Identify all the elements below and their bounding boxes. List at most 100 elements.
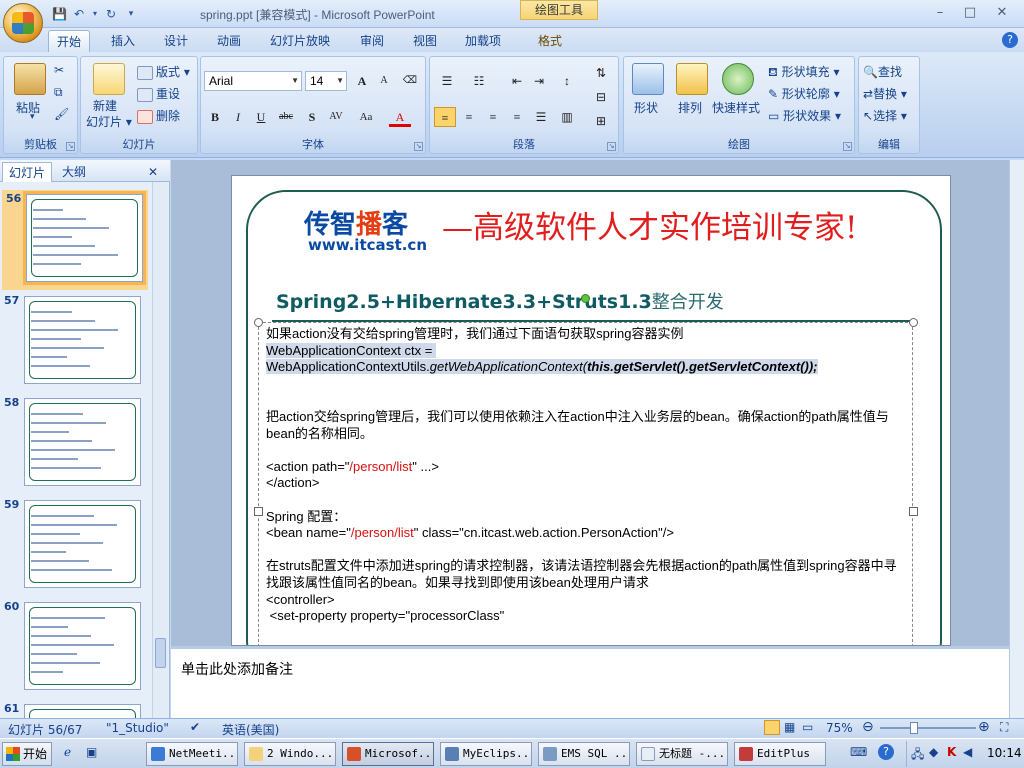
resize-handle-tl[interactable] [254, 318, 263, 327]
replace-button[interactable]: ⇄替换 ▾ [863, 85, 907, 102]
new-slide-icon[interactable] [93, 63, 125, 95]
tab-animations[interactable]: 动画 [209, 30, 249, 52]
slide-thumbnail[interactable]: 57 [0, 292, 152, 392]
help-icon[interactable]: ? [1002, 32, 1018, 48]
save-icon[interactable]: 💾 [52, 7, 67, 21]
close-button[interactable]: ✕ [990, 3, 1014, 23]
zoom-in-icon[interactable]: ⊕ [978, 719, 990, 735]
format-painter-icon[interactable]: 🖌 [54, 107, 69, 121]
italic-button[interactable]: I [227, 107, 249, 127]
slide-title[interactable]: Spring2.5+Hibernate3.3+Struts1.3整合开发 [276, 288, 724, 314]
new-slide-label-2[interactable]: 幻灯片 ▾ [86, 113, 132, 130]
new-slide-label-1[interactable]: 新建 [93, 97, 117, 114]
taskbar-item[interactable]: 无标题 -... [636, 742, 728, 766]
shapes-icon[interactable] [632, 63, 664, 95]
slide-thumbnail[interactable]: 59 [0, 496, 152, 596]
font-size-combo[interactable]: 14 ▼ [305, 71, 347, 91]
resize-handle-ml[interactable] [254, 507, 263, 516]
zoom-slider-thumb[interactable] [910, 722, 918, 734]
antivirus-icon[interactable]: K [947, 745, 956, 759]
shadow-button[interactable]: S [301, 107, 323, 127]
smartart-icon[interactable]: ⊞ [590, 111, 612, 131]
find-button[interactable]: 🔍查找 [863, 63, 902, 80]
tab-slideshow[interactable]: 幻灯片放映 [262, 30, 338, 52]
taskbar-item[interactable]: EMS SQL ... [538, 742, 630, 766]
keyboard-icon[interactable]: ⌨ [850, 745, 867, 759]
fit-window-icon[interactable]: ⛶ [1000, 720, 1008, 735]
slide-thumbnail[interactable]: 58 [0, 394, 152, 494]
tab-design[interactable]: 设计 [156, 30, 196, 52]
shape-effects-button[interactable]: ▭ 形状效果 ▾ [768, 107, 841, 124]
taskbar-item[interactable]: 2 Windo... [244, 742, 336, 766]
ie-icon[interactable]: ℯ [64, 745, 71, 759]
char-spacing-button[interactable]: AV [325, 107, 347, 127]
font-name-combo[interactable]: Arial ▼ [204, 71, 302, 91]
font-launcher-icon[interactable]: ↘ [414, 142, 423, 151]
align-left-icon[interactable]: ≡ [434, 107, 456, 127]
language[interactable]: 英语(美国) [222, 721, 279, 738]
tab-outline[interactable]: 大纲 [56, 162, 92, 182]
tab-insert[interactable]: 插入 [103, 30, 143, 52]
start-button[interactable]: 开始 [2, 742, 52, 766]
zoom-out-icon[interactable]: ⊖ [862, 719, 874, 735]
shrink-font-button[interactable]: A [373, 71, 395, 91]
quick-styles-icon[interactable] [722, 63, 754, 95]
arrange-icon[interactable] [676, 63, 708, 95]
clear-format-icon[interactable]: ⌫ [399, 71, 421, 91]
select-button[interactable]: ↖选择 ▾ [863, 107, 907, 124]
taskbar-item[interactable]: Microsof... [342, 742, 434, 766]
notes-pane[interactable]: 单击此处添加备注 [171, 646, 1009, 718]
paste-button[interactable]: 粘贴 [16, 99, 40, 116]
cut-icon[interactable]: ✂ [54, 63, 64, 77]
quick-styles-button[interactable]: 快速样式 [712, 99, 760, 116]
desktop-icon[interactable]: ▣ [86, 745, 97, 759]
change-case-button[interactable]: Aa [355, 107, 377, 127]
slide-thumbnail[interactable]: 60 [0, 598, 152, 698]
layout-button[interactable]: 版式 ▾ [137, 63, 190, 80]
paste-icon[interactable] [14, 63, 46, 95]
reset-button[interactable]: 重设 [137, 85, 180, 102]
scroll-thumb[interactable] [155, 638, 166, 668]
spellcheck-icon[interactable]: ✔ [190, 720, 200, 734]
minimize-button[interactable]: – [928, 3, 952, 23]
office-button[interactable] [3, 3, 43, 43]
rotate-handle[interactable] [581, 294, 590, 303]
increase-indent-icon[interactable]: ⇥ [528, 71, 550, 91]
shape-outline-button[interactable]: ✎ 形状轮廓 ▾ [768, 85, 840, 102]
taskbar-item[interactable]: EditPlus [734, 742, 826, 766]
clipboard-launcher-icon[interactable]: ↘ [66, 142, 75, 151]
bold-button[interactable]: B [204, 107, 226, 127]
slide-thumbnail[interactable]: 56 [2, 190, 148, 290]
align-text-icon[interactable]: ⊟ [590, 87, 612, 107]
line-spacing-icon[interactable]: ↕ [556, 71, 578, 91]
zoom-level[interactable]: 75% [826, 721, 853, 735]
justify-icon[interactable]: ≡ [506, 107, 528, 127]
close-panel-icon[interactable]: ✕ [144, 162, 162, 182]
paste-dropdown-icon[interactable]: ▾ [30, 112, 35, 122]
volume-icon[interactable]: ◀ [963, 745, 972, 759]
drawing-launcher-icon[interactable]: ↘ [843, 142, 852, 151]
font-color-button[interactable]: A [389, 107, 411, 127]
copy-icon[interactable]: ⧉ [54, 85, 63, 100]
restore-button[interactable]: □ [958, 3, 982, 23]
resize-handle-tr[interactable] [909, 318, 918, 327]
delete-button[interactable]: 删除 [137, 107, 180, 124]
strikethrough-button[interactable]: abc [275, 107, 297, 127]
shapes-button[interactable]: 形状 [634, 99, 658, 116]
distributed-icon[interactable]: ☰ [530, 107, 552, 127]
slide-body-text[interactable]: 如果action没有交给spring管理时，我们通过下面语句获取spring容器… [266, 326, 906, 625]
slideshow-view-icon[interactable]: ▭ [802, 720, 813, 734]
tab-slides[interactable]: 幻灯片 [2, 162, 53, 182]
editor-scrollbar[interactable] [1009, 160, 1024, 718]
align-right-icon[interactable]: ≡ [482, 107, 504, 127]
tab-review[interactable]: 审阅 [352, 30, 392, 52]
tray-app-icon[interactable]: ◆ [929, 745, 938, 759]
tab-addins[interactable]: 加载项 [457, 30, 509, 52]
undo-dropdown-icon[interactable]: ▾ [92, 7, 98, 21]
align-center-icon[interactable]: ≡ [458, 107, 480, 127]
arrange-button[interactable]: 排列 [678, 99, 702, 116]
help-tray-icon[interactable]: ? [878, 744, 894, 760]
decrease-indent-icon[interactable]: ⇤ [506, 71, 528, 91]
resize-handle-mr[interactable] [909, 507, 918, 516]
normal-view-icon[interactable] [764, 720, 780, 735]
